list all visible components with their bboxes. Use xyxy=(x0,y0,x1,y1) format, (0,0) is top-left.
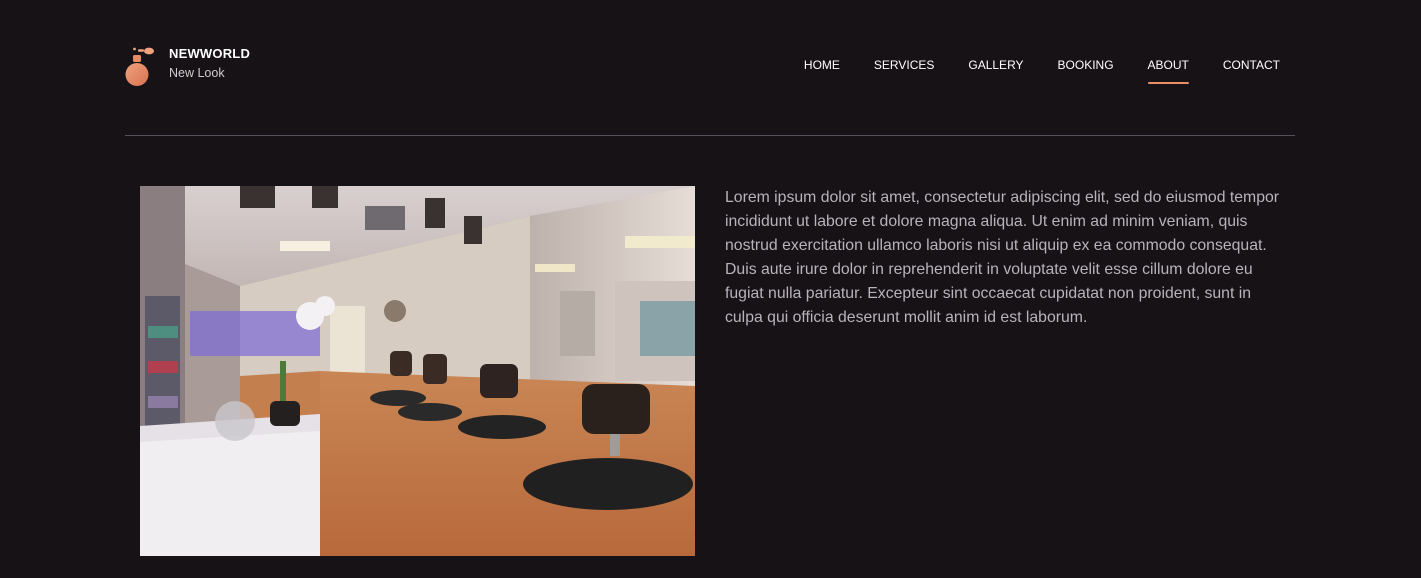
nav-item-booking[interactable]: BOOKING xyxy=(1058,58,1114,84)
brand-tagline: New Look xyxy=(169,66,225,80)
main-nav: HOME SERVICES GALLERY BOOKING ABOUT CONT… xyxy=(804,58,1280,84)
nav-item-about[interactable]: ABOUT xyxy=(1147,58,1190,84)
header-divider xyxy=(125,135,1295,136)
nav-item-home[interactable]: HOME xyxy=(804,58,840,84)
nav-item-contact[interactable]: CONTACT xyxy=(1223,58,1280,84)
nav-item-gallery[interactable]: GALLERY xyxy=(968,58,1023,84)
about-paragraph: Lorem ipsum dolor sit amet, consectetur … xyxy=(725,189,1280,326)
salon-photo xyxy=(140,186,695,556)
perfume-bottle-icon[interactable] xyxy=(125,45,155,87)
nav-item-services[interactable]: SERVICES xyxy=(874,58,934,84)
brand-name[interactable]: NEWWORLD xyxy=(169,46,250,61)
site-header: NEWWORLD New Look HOME SERVICES GALLERY … xyxy=(125,0,1295,136)
